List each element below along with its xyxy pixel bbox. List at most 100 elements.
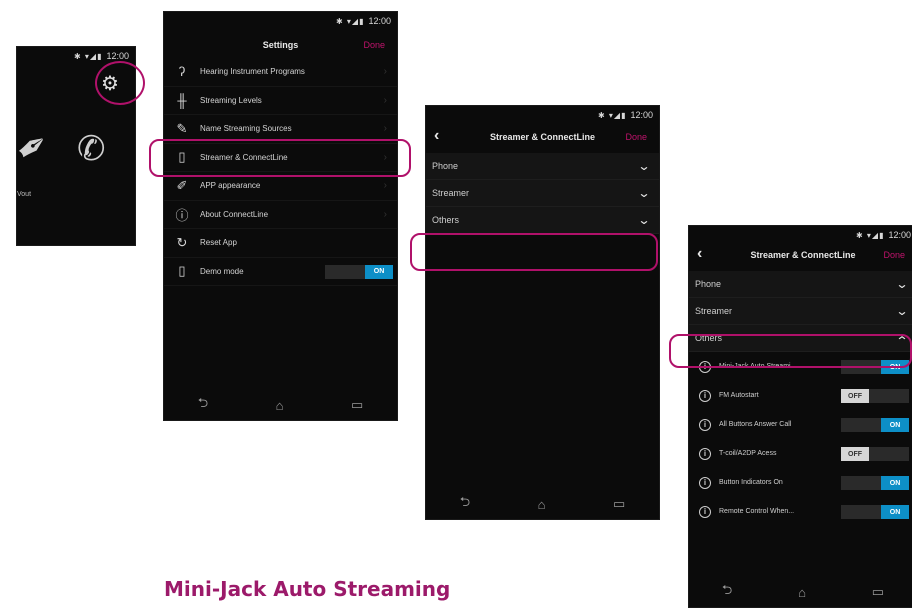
button-indicators-toggle[interactable]: ON — [841, 476, 909, 490]
status-bar: ✱ ▾◢▮ 12:00 — [426, 106, 659, 124]
settings-item-label: Hearing Instrument Programs — [200, 67, 305, 77]
settings-item-label: Reset App — [200, 238, 237, 248]
back-arrow-icon[interactable]: ‹ — [434, 128, 439, 144]
settings-item-demo-mode: ▯ Demo mode ON — [164, 258, 397, 286]
status-icons: ✱ ▾◢▮ — [597, 110, 627, 120]
pencil-icon: ✎ — [176, 120, 188, 136]
chevron-right-icon: › — [383, 66, 387, 78]
highlight-settings-gear — [95, 61, 145, 105]
chevron-right-icon: › — [383, 94, 387, 106]
settings-screen: ✱ ▾◢▮ 12:00 Settings Done ʔ Hearing Inst… — [163, 11, 398, 421]
info-icon[interactable]: i — [699, 476, 711, 489]
info-icon[interactable]: i — [699, 505, 711, 518]
tcoil-toggle[interactable]: OFF — [841, 447, 909, 461]
chevron-down-icon: ⌄ — [637, 213, 651, 227]
toggle-state: OFF — [841, 447, 869, 461]
settings-item-label: Streaming Levels — [200, 95, 262, 105]
chevron-down-icon: ⌄ — [637, 186, 651, 200]
settings-header: Settings Done — [164, 32, 397, 58]
info-icon: ⓘ — [175, 207, 189, 223]
back-nav-icon[interactable]: ⮌ — [198, 394, 208, 416]
settings-item-reset-app[interactable]: ↻ Reset App — [164, 229, 397, 258]
chevron-down-icon: ⌄ — [895, 304, 909, 318]
section-label: Others — [432, 215, 460, 225]
highlight-others — [410, 233, 658, 271]
page-title: Streamer & ConnectLine — [489, 132, 596, 142]
demo-mode-toggle[interactable]: ON — [325, 264, 393, 279]
mini-jack-icon[interactable]: ✒ — [17, 120, 59, 175]
status-icons: ✱ ▾◢▮ — [73, 51, 103, 61]
settings-item-about[interactable]: ⓘ About ConnectLine › — [164, 201, 397, 229]
status-time: 12:00 — [106, 51, 129, 61]
phone-handset-icon[interactable]: ✆ — [77, 129, 106, 169]
page-title: Settings — [262, 40, 299, 50]
status-bar: ✱ ▾◢▮ 12:00 — [164, 12, 397, 30]
settings-item-streaming-levels[interactable]: ╫ Streaming Levels › — [164, 87, 397, 115]
status-time: 12:00 — [630, 110, 653, 120]
remote-control-toggle[interactable]: ON — [841, 505, 909, 519]
option-tcoil-a2dp: i T-coil/A2DP Acess OFF — [689, 439, 912, 468]
section-streamer[interactable]: Streamer ⌄ — [689, 298, 912, 325]
section-others[interactable]: Others ⌄ — [426, 207, 659, 234]
toggle-state: ON — [365, 264, 393, 279]
chevron-down-icon: ⌄ — [895, 277, 909, 291]
section-list: Phone ⌄ Streamer ⌄ Others ⌃ i Mini-Jack … — [689, 271, 912, 526]
android-nav-bar: ⮌ ⌂ ▭ — [426, 489, 659, 519]
section-label: Phone — [695, 279, 722, 289]
section-list: Phone ⌄ Streamer ⌄ Others ⌄ — [426, 153, 659, 234]
section-label: Streamer — [432, 188, 470, 198]
section-phone[interactable]: Phone ⌄ — [689, 271, 912, 298]
brush-icon: ✐ — [176, 177, 188, 193]
settings-item-label: APP appearance — [200, 181, 261, 191]
back-nav-icon[interactable]: ⮌ — [722, 581, 732, 603]
option-label: All Buttons Answer Call — [719, 421, 792, 428]
recents-nav-icon[interactable]: ▭ — [872, 584, 884, 600]
option-button-indicators: i Button Indicators On ON — [689, 468, 912, 497]
highlight-mini-jack — [669, 334, 912, 368]
streamer-header: ‹ Streamer & ConnectLine Done — [426, 124, 659, 150]
chevron-down-icon: ⌄ — [637, 159, 651, 173]
fm-autostart-toggle[interactable]: OFF — [841, 389, 909, 403]
back-nav-icon[interactable]: ⮌ — [460, 493, 470, 515]
status-time: 12:00 — [888, 230, 911, 240]
streamer-header: ‹ Streamer & ConnectLine Done — [689, 242, 912, 268]
chevron-right-icon: › — [383, 123, 387, 135]
section-label: Streamer — [695, 306, 733, 316]
feature-caption: Mini-Jack Auto Streaming — [164, 577, 451, 601]
info-icon[interactable]: i — [699, 389, 711, 402]
section-label: Phone — [432, 161, 459, 171]
home-nav-icon[interactable]: ⌂ — [538, 497, 546, 512]
android-nav-bar: ⮌ ⌂ ▭ — [164, 390, 397, 420]
done-button[interactable]: Done — [625, 132, 647, 142]
streamer-connectline-screen: ✱ ▾◢▮ 12:00 ‹ Streamer & ConnectLine Don… — [425, 105, 660, 520]
info-icon[interactable]: i — [699, 447, 711, 460]
chevron-right-icon: › — [383, 208, 387, 220]
section-streamer[interactable]: Streamer ⌄ — [426, 180, 659, 207]
status-icons: ✱ ▾◢▮ — [335, 16, 365, 26]
android-nav-bar: ⮌ ⌂ ▭ — [689, 577, 912, 607]
ear-icon: ʔ — [178, 64, 186, 80]
option-all-buttons-answer-call: i All Buttons Answer Call ON — [689, 410, 912, 439]
status-time: 12:00 — [368, 16, 391, 26]
home-nav-icon[interactable]: ⌂ — [276, 398, 284, 413]
answer-call-toggle[interactable]: ON — [841, 418, 909, 432]
reset-icon: ↻ — [176, 234, 188, 250]
settings-item-label: Name Streaming Sources — [200, 124, 292, 134]
recents-nav-icon[interactable]: ▭ — [351, 397, 363, 413]
chevron-right-icon: › — [383, 180, 387, 192]
done-button[interactable]: Done — [883, 250, 905, 260]
toggle-state: ON — [881, 476, 909, 490]
info-icon[interactable]: i — [699, 418, 711, 431]
settings-item-label: Demo mode — [200, 266, 244, 276]
others-expanded-screen: ✱ ▾◢▮ 12:00 ‹ Streamer & ConnectLine Don… — [688, 225, 912, 608]
settings-item-hearing-programs[interactable]: ʔ Hearing Instrument Programs › — [164, 58, 397, 87]
option-label: Button Indicators On — [719, 479, 783, 486]
section-phone[interactable]: Phone ⌄ — [426, 153, 659, 180]
recents-nav-icon[interactable]: ▭ — [613, 496, 625, 512]
home-nav-icon[interactable]: ⌂ — [798, 585, 806, 600]
sliders-icon: ╫ — [177, 92, 187, 108]
done-button[interactable]: Done — [363, 40, 385, 50]
toggle-state: OFF — [841, 389, 869, 403]
phone-icon: ▯ — [178, 263, 186, 279]
back-arrow-icon[interactable]: ‹ — [697, 246, 702, 262]
